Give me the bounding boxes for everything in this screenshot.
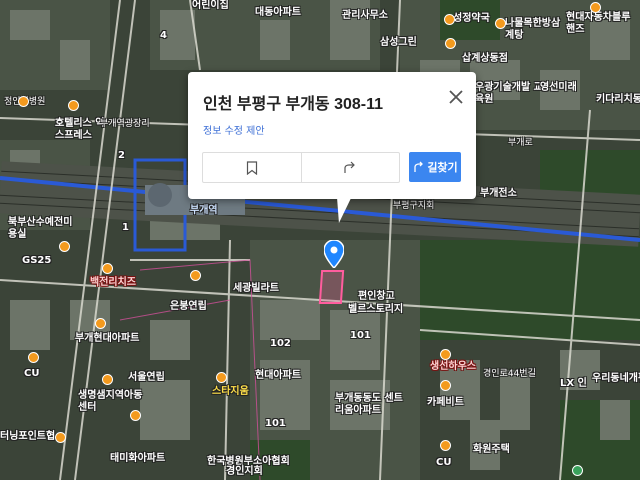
parcel-highlight[interactable] <box>318 270 345 304</box>
map-label-jeonso[interactable]: 부개전소 <box>480 188 517 200</box>
poi-icon[interactable] <box>495 18 506 29</box>
map-label-gs25[interactable]: GS25 <box>22 255 51 267</box>
poi-icon[interactable] <box>440 440 451 451</box>
map-label-taemihua[interactable]: 태미화아파트 <box>110 453 165 465</box>
map-label-samsung[interactable]: 삼성그린 <box>380 37 417 49</box>
map-label-gyeongin-branch[interactable]: 경인지회 <box>226 466 263 478</box>
map-label-lx[interactable]: LX 인 <box>560 378 587 390</box>
poi-icon[interactable] <box>440 349 451 360</box>
share-icon <box>344 161 356 173</box>
address-popup: 인천 부평구 부개동 308-11 정보 수정 제안 길찾기 <box>188 72 476 199</box>
poi-icon[interactable] <box>444 14 455 25</box>
bookmark-icon <box>246 160 257 175</box>
poi-icon[interactable] <box>28 352 39 363</box>
map-label-sebang[interactable]: 세광빌라트 <box>233 283 279 295</box>
poi-icon[interactable] <box>55 432 66 443</box>
map-label-bugae-station[interactable]: 부개역 <box>190 205 218 217</box>
map-label-bugae-apt[interactable]: 부개현대아파트 <box>75 333 139 345</box>
directions-label: 길찾기 <box>427 161 458 174</box>
action-button-group <box>202 152 400 183</box>
poi-icon[interactable] <box>95 318 106 329</box>
map-label-num1: 1 <box>122 222 129 233</box>
close-icon[interactable] <box>446 87 466 107</box>
map-label-teoktalk[interactable]: 터닝포인트협 <box>0 431 55 443</box>
map-label-belle[interactable]: 벨르스토리지 <box>348 304 403 316</box>
map-label-eunbung[interactable]: 은붕연립 <box>170 301 207 313</box>
map-label-bukbu[interactable]: 북부산수예전미용실 <box>8 217 78 241</box>
map-label-b101[interactable]: 101 <box>350 330 371 342</box>
share-button[interactable] <box>300 153 400 182</box>
map-label-baekjeong[interactable]: 백전리치즈 <box>90 277 136 289</box>
poi-icon[interactable] <box>18 96 29 107</box>
poi-icon[interactable] <box>216 372 227 383</box>
poi-icon[interactable] <box>440 380 451 391</box>
map-label-bugaero[interactable]: 부개로 <box>508 137 533 149</box>
poi-icon[interactable] <box>102 374 113 385</box>
map-label-hyundai[interactable]: 현대자동차블루핸즈 <box>566 12 636 36</box>
bookmark-button[interactable] <box>203 153 301 182</box>
map-label-gwanri[interactable]: 관리사무소 <box>342 10 388 22</box>
map-label-urikkang[interactable]: 우리동네개편 <box>592 373 640 385</box>
map-label-hwasan[interactable]: 화원주택 <box>473 444 510 456</box>
directions-button[interactable]: 길찾기 <box>409 152 461 182</box>
map-label-kapebit[interactable]: 카페비트 <box>427 397 464 409</box>
map-label-starbucks[interactable]: 스타지움 <box>212 386 249 398</box>
map-label-sungjeong[interactable]: 성정약국 <box>453 13 490 25</box>
map-label-num4: 4 <box>160 30 167 41</box>
map-label-cu1[interactable]: CU <box>24 368 39 380</box>
map-label-seoul[interactable]: 서울연립 <box>128 372 165 384</box>
poi-icon[interactable] <box>445 38 456 49</box>
map-label-pyeongin[interactable]: 편인창고 <box>358 291 395 303</box>
map-label-bugaegu[interactable]: 부평구지회 <box>393 200 434 212</box>
map-label-daedong[interactable]: 대동아파트 <box>255 7 301 19</box>
poi-icon[interactable] <box>572 465 583 476</box>
map-label-hwa[interactable]: 어린이집 <box>192 0 229 12</box>
map-label-naemul[interactable]: 나물목한방삼계탕 <box>505 18 565 42</box>
map-label-num2: 2 <box>118 150 125 161</box>
map-label-kinder[interactable]: 키다리치동 <box>596 94 640 106</box>
poi-icon[interactable] <box>590 2 601 13</box>
map-label-ugwang[interactable]: 우광기술개발 교육원 <box>475 82 545 106</box>
address-title: 인천 부평구 부개동 308-11 <box>203 96 384 113</box>
map-label-b101b[interactable]: 101 <box>265 418 286 430</box>
edit-suggestion-link[interactable]: 정보 수정 제안 <box>203 122 265 137</box>
map-label-yeongseon[interactable]: 영선미래 <box>540 82 577 94</box>
poi-icon[interactable] <box>130 410 141 421</box>
map-label-b102[interactable]: 102 <box>270 338 291 350</box>
poi-icon[interactable] <box>68 100 79 111</box>
map-label-leisure[interactable]: 부개역광장리 <box>100 118 150 130</box>
map-label-hyunda[interactable]: 현대아파트 <box>255 370 301 382</box>
directions-icon <box>414 161 424 172</box>
poi-icon[interactable] <box>59 241 70 252</box>
map-label-bugae-dongsa[interactable]: 부개동동도 센트리움아파트 <box>335 393 405 417</box>
map-label-cu2[interactable]: CU <box>436 457 451 469</box>
location-pin-icon[interactable] <box>324 240 344 268</box>
poi-icon[interactable] <box>190 270 201 281</box>
map-label-gyeongin[interactable]: 경인로44번길 <box>483 368 536 380</box>
map-label-salon[interactable]: 생선하우스 <box>430 361 476 373</box>
poi-icon[interactable] <box>102 263 113 274</box>
map-label-sapgyo[interactable]: 삽계상동점 <box>462 53 508 65</box>
